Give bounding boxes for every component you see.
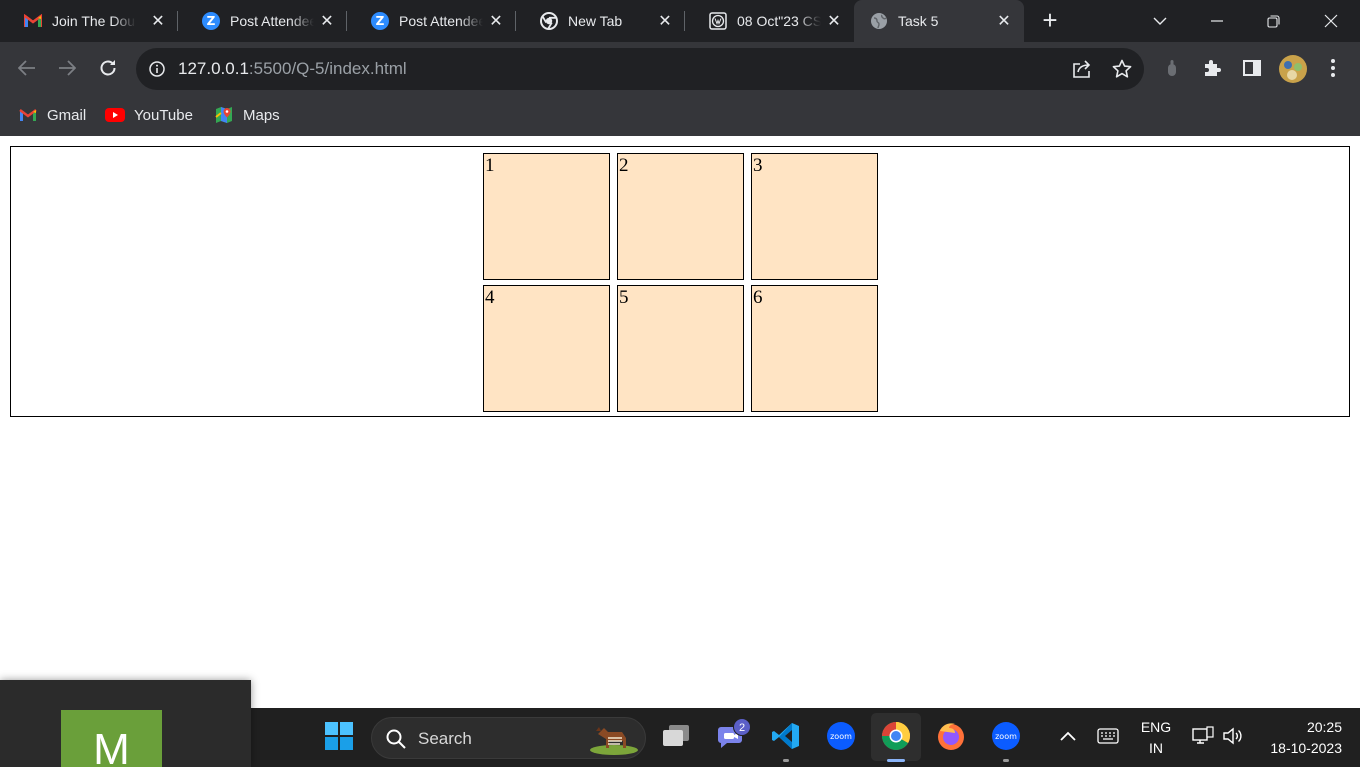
zoom-icon[interactable]: zoom — [986, 716, 1026, 756]
bookmark-label: Maps — [243, 106, 280, 124]
close-tab-icon[interactable]: ✕ — [148, 11, 168, 31]
preview-tile: M — [61, 710, 162, 767]
window-preview-thumbnail[interactable]: M — [0, 680, 251, 767]
windows-start-icon[interactable] — [319, 716, 359, 756]
url-path: :5500/Q-5/index.html — [248, 59, 407, 78]
close-tab-icon[interactable]: ✕ — [486, 11, 506, 31]
input-language[interactable]: ENG — [1136, 719, 1176, 735]
profile-avatar-icon[interactable] — [1278, 54, 1308, 84]
grid-box-6: 6 — [751, 285, 878, 412]
task-view-icon[interactable] — [656, 716, 696, 756]
youtube-icon — [105, 106, 125, 124]
gmail-icon — [18, 106, 38, 124]
tab-post-attendee-2[interactable]: Z Post Attendee ✕ — [347, 0, 516, 42]
volume-icon[interactable] — [1213, 716, 1253, 756]
bookmark-maps[interactable]: Maps — [214, 103, 280, 127]
zoom-icon: Z — [371, 12, 389, 30]
box-container: 1 2 3 4 5 6 — [10, 146, 1350, 417]
running-indicator — [887, 759, 905, 762]
chrome-icon[interactable] — [876, 716, 916, 756]
chrome-icon — [540, 12, 558, 30]
globe-icon — [870, 12, 888, 30]
url-text[interactable]: 127.0.0.1:5500/Q-5/index.html — [178, 59, 407, 79]
extension-puzzle-grey-icon[interactable] — [1160, 56, 1184, 80]
keyboard-icon[interactable] — [1088, 716, 1128, 756]
grid-box-3: 3 — [751, 153, 878, 280]
tab-task-5[interactable]: Task 5 ✕ — [854, 0, 1024, 42]
tab-title: New Tab — [568, 13, 623, 29]
address-bar[interactable]: 127.0.0.1:5500/Q-5/index.html — [136, 48, 1144, 90]
bookmark-star-icon[interactable] — [1111, 58, 1133, 80]
close-tab-icon[interactable]: ✕ — [317, 11, 337, 31]
tab-new-tab[interactable]: New Tab ✕ — [516, 0, 685, 42]
zoom-icon: Z — [202, 12, 220, 30]
taskbar-search-box[interactable]: Search — [371, 717, 646, 759]
tab-title: Task 5 — [898, 13, 939, 29]
wordpress-icon — [709, 12, 727, 30]
grid-box-1: 1 — [483, 153, 610, 280]
page-viewport: 1 2 3 4 5 6 — [0, 136, 1360, 681]
clock-date[interactable]: 18-10-2023 — [1256, 740, 1352, 756]
site-info-icon[interactable] — [148, 60, 166, 78]
tab-title: 08 Oct"23 CSS — [737, 13, 821, 29]
minimize-window-icon[interactable] — [1194, 0, 1240, 42]
bookmarks-bar: Gmail YouTube Maps — [0, 94, 1360, 136]
clock-time[interactable]: 20:25 — [1256, 719, 1352, 735]
side-panel-icon[interactable] — [1240, 56, 1264, 80]
browser-tab-strip: Join The Doubt Session ✕ Z Post Attendee… — [0, 0, 1360, 42]
input-region[interactable]: IN — [1136, 740, 1176, 756]
back-arrow-icon[interactable] — [13, 54, 41, 82]
zoom-icon[interactable]: zoom — [821, 716, 861, 756]
search-placeholder: Search — [418, 729, 472, 748]
grid-box-4: 4 — [483, 285, 610, 412]
running-indicator — [783, 759, 789, 762]
bookmark-label: YouTube — [134, 106, 193, 124]
vscode-icon[interactable] — [766, 716, 806, 756]
svg-text:zoom: zoom — [830, 732, 852, 741]
close-window-icon[interactable] — [1308, 0, 1354, 42]
tab-gmail[interactable]: Join The Doubt Session ✕ — [0, 0, 178, 42]
extensions-icon[interactable] — [1200, 56, 1224, 80]
svg-text:Z: Z — [376, 14, 385, 28]
grid-box-2: 2 — [617, 153, 744, 280]
search-highlight-okapi-icon — [584, 722, 640, 756]
svg-text:Z: Z — [207, 14, 216, 28]
bookmark-youtube[interactable]: YouTube — [105, 103, 193, 127]
tab-title: Join The Doubt Session — [52, 13, 136, 29]
firefox-icon[interactable] — [931, 716, 971, 756]
running-indicator — [1003, 759, 1009, 762]
box-grid: 1 2 3 4 5 6 — [483, 153, 878, 412]
tab-post-attendee-1[interactable]: Z Post Attendee ✕ — [178, 0, 347, 42]
new-tab-button[interactable]: + — [1036, 7, 1064, 35]
tab-css-notes[interactable]: 08 Oct"23 CSS ✕ — [685, 0, 854, 42]
bookmark-label: Gmail — [47, 106, 87, 124]
maps-icon — [214, 106, 234, 124]
close-tab-icon[interactable]: ✕ — [655, 11, 675, 31]
browser-toolbar: 127.0.0.1:5500/Q-5/index.html — [0, 42, 1360, 94]
share-icon[interactable] — [1071, 58, 1093, 80]
gmail-icon — [24, 12, 42, 30]
browser-menu-kebab-icon[interactable] — [1321, 56, 1345, 80]
close-tab-icon[interactable]: ✕ — [994, 11, 1014, 31]
url-host: 127.0.0.1 — [178, 59, 249, 78]
restore-window-icon[interactable] — [1250, 0, 1296, 42]
tab-search-chevron-icon[interactable] — [1137, 0, 1183, 42]
bookmark-gmail[interactable]: Gmail — [18, 103, 86, 127]
chat-notification-badge: 2 — [733, 718, 751, 736]
tab-title: Post Attendee — [230, 13, 314, 29]
grid-box-5: 5 — [617, 285, 744, 412]
svg-text:zoom: zoom — [995, 732, 1017, 741]
show-hidden-icons-chevron-icon[interactable] — [1048, 716, 1088, 756]
forward-arrow-icon[interactable] — [53, 54, 81, 82]
reload-icon[interactable] — [94, 54, 122, 82]
close-tab-icon[interactable]: ✕ — [824, 11, 844, 31]
search-icon — [386, 729, 406, 754]
tab-title: Post Attendee — [399, 13, 483, 29]
